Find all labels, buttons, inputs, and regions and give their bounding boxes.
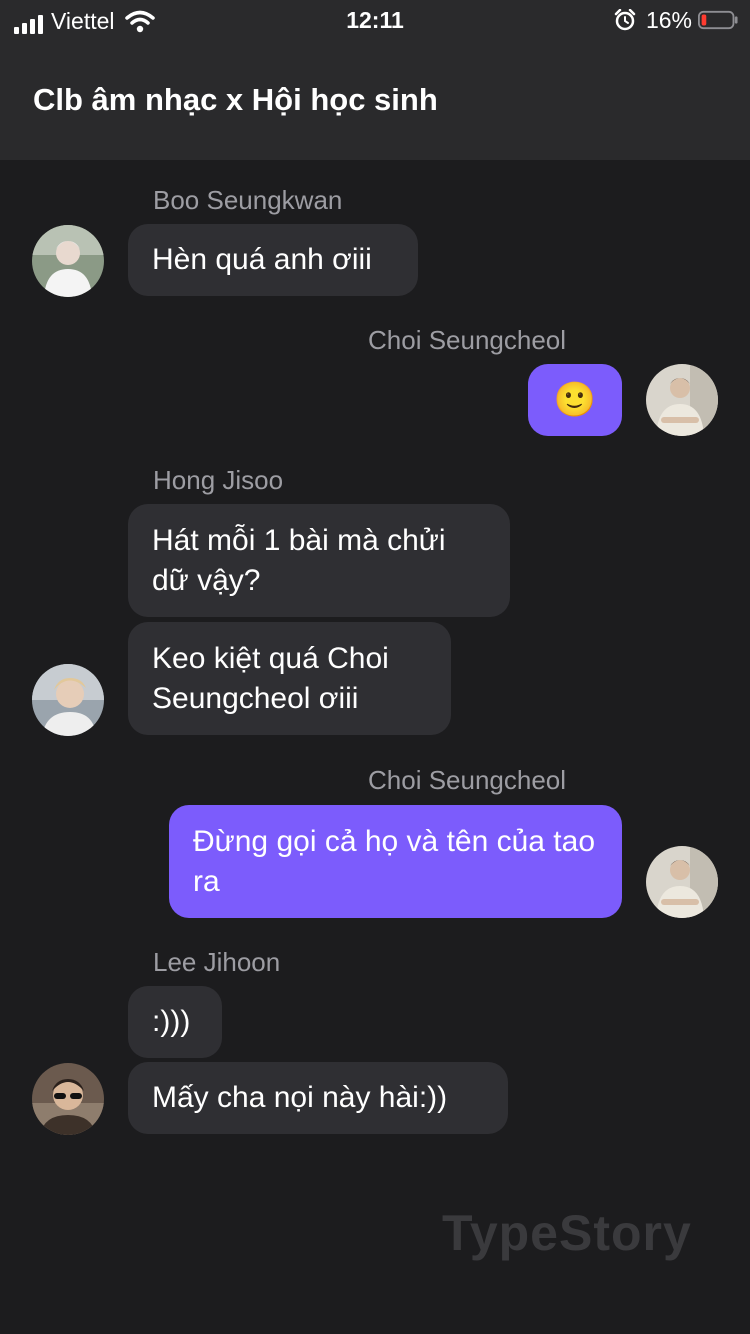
message-text: Mấy cha nọi này hài:))	[152, 1081, 448, 1114]
status-bar: Viettel 12:11 16%	[0, 0, 750, 40]
avatar-choi-seungcheol[interactable]	[646, 846, 718, 918]
message-text: Keo kiệt quá Choi Seungcheol ơiii	[152, 641, 389, 715]
message-bubble[interactable]: Hèn quá anh ơiii	[128, 224, 418, 296]
message-bubble[interactable]: Hát mỗi 1 bài mà chửi dữ vậy?	[128, 504, 510, 617]
message-bubble[interactable]: :)))	[128, 986, 222, 1058]
message-text: Đừng gọi cả họ và tên của tao ra	[193, 824, 596, 898]
message-bubble[interactable]: 🙂	[528, 364, 622, 436]
message-text: 🙂	[553, 380, 597, 420]
message-text: Hát mỗi 1 bài mà chửi dữ vậy?	[152, 523, 446, 597]
battery-percent: 16%	[645, 7, 692, 33]
chat-header: Clb âm nhạc x Hội học sinh	[0, 40, 750, 160]
message-bubble[interactable]: Đừng gọi cả họ và tên của tao ra	[169, 805, 622, 918]
message-bubble[interactable]: Mấy cha nọi này hài:))	[128, 1062, 508, 1134]
avatar-choi-seungcheol[interactable]	[646, 364, 718, 436]
sender-name: Choi Seungcheol	[368, 765, 567, 795]
sender-name: Boo Seungkwan	[153, 185, 343, 215]
avatar-lee-jihoon[interactable]	[32, 1063, 104, 1135]
avatar-boo-seungkwan[interactable]	[32, 225, 104, 297]
alarm-icon	[614, 9, 636, 31]
status-right: 16%	[614, 7, 738, 33]
sender-name: Choi Seungcheol	[368, 325, 567, 355]
message-bubble[interactable]: Keo kiệt quá Choi Seungcheol ơiii	[128, 622, 451, 735]
message-text: :)))	[152, 1005, 191, 1038]
chat-title[interactable]: Clb âm nhạc x Hội học sinh	[33, 81, 438, 119]
message-text: Hèn quá anh ơiii	[152, 243, 372, 276]
battery-icon	[698, 10, 738, 30]
sender-name: Lee Jihoon	[153, 947, 281, 977]
avatar-hong-jisoo[interactable]	[32, 664, 104, 736]
watermark-logo: TypeStory	[442, 1205, 692, 1261]
sender-name: Hong Jisoo	[153, 465, 284, 495]
